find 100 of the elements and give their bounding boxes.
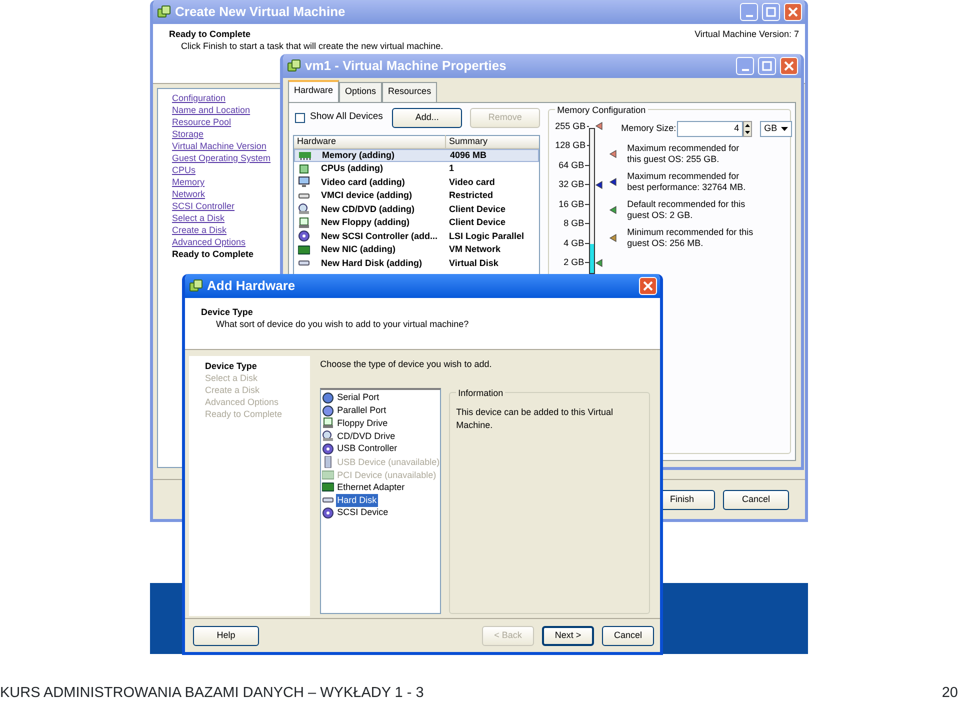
monitor-icon <box>298 176 310 188</box>
table-row[interactable]: New NIC (adding) VM Network <box>294 243 540 256</box>
step-link[interactable]: Resource Pool <box>172 116 232 128</box>
button[interactable]: Cancel <box>723 490 789 510</box>
table-row[interactable]: VMCI device (adding) Restricted <box>294 189 540 202</box>
table-cell-text: 4096 MB <box>449 148 487 162</box>
table-row[interactable]: New CD/DVD (adding) Client Device <box>294 202 540 216</box>
step-link[interactable]: Memory <box>172 176 205 188</box>
table-cell: New Hard Disk (adding) <box>321 256 422 270</box>
legend-text: Default recommended for this guest OS: 2 GB. <box>627 198 746 220</box>
button[interactable]: Next > <box>542 626 594 646</box>
column-header[interactable]: Summary <box>446 134 540 148</box>
list-item[interactable]: SCSI Device <box>321 506 440 520</box>
step-link[interactable]: Guest Operating System <box>172 152 271 164</box>
page-heading: Ready to Complete <box>169 28 252 40</box>
button[interactable]: Help <box>193 626 259 646</box>
column-header[interactable]: Hardware <box>294 134 446 148</box>
step-link[interactable]: Storage <box>172 128 204 140</box>
floppy-icon <box>298 216 310 229</box>
page-subheading: Click Finish to start a task that will create the new virtual machine. <box>180 40 444 52</box>
step-link[interactable]: Create a Disk <box>172 224 227 236</box>
minimize-button[interactable] <box>736 57 754 75</box>
tab[interactable]: Hardware <box>288 80 340 102</box>
checkbox-label: Show All Devices <box>310 110 383 124</box>
legend-text: Minimum recommended for this guest OS: 256 MB. <box>627 226 754 248</box>
step: Create a Disk <box>205 384 310 396</box>
list-item[interactable]: Floppy Drive <box>321 417 440 430</box>
disc-icon <box>298 230 310 242</box>
field-value: 4 <box>734 122 740 135</box>
step-link[interactable]: Network <box>172 188 206 200</box>
table-cell-text: Client Device <box>448 202 506 216</box>
table-cell-text: Virtual Disk <box>448 256 498 270</box>
current-step: Ready to Complete <box>172 248 254 260</box>
window-icon <box>189 279 203 293</box>
window-icon <box>287 59 301 73</box>
field-label: Memory Size: <box>621 122 678 135</box>
network-card-icon <box>322 481 334 494</box>
step-link[interactable]: CPUs <box>172 164 196 176</box>
tab[interactable]: Resources <box>382 82 438 102</box>
step-link[interactable]: Name and Location <box>172 104 250 116</box>
checkbox[interactable] <box>295 112 305 122</box>
maximize-icon <box>766 7 776 17</box>
list-item[interactable]: Parallel Port <box>321 404 440 418</box>
close-button[interactable] <box>780 57 798 75</box>
table-cell-text: Restricted <box>448 189 494 202</box>
page-heading: Device Type <box>201 306 254 318</box>
legend-text: Maximum recommended for best performance: 32764 MB. <box>627 170 747 192</box>
step-link[interactable]: Select a Disk <box>172 212 225 224</box>
info-text: This device can be added to this Virtual Machine. <box>456 406 614 432</box>
memory-size-field[interactable]: 4 <box>677 120 744 136</box>
list-item[interactable]: USB Controller <box>321 442 440 456</box>
table-row[interactable]: CPUs (adding) 1 <box>294 162 540 176</box>
table-row[interactable]: Memory (adding) 4096 MB <box>294 148 540 162</box>
scale-label: 64 GB <box>558 158 584 172</box>
step-link[interactable]: Configuration <box>172 92 226 104</box>
list-item[interactable]: CD/DVD Drive <box>321 430 440 443</box>
table-row[interactable]: New SCSI Controller (add... LSI Logic Parallel <box>294 230 540 243</box>
list-item[interactable]: Hard Disk <box>321 494 440 507</box>
scale-label: 128 GB <box>555 139 586 152</box>
prompt-text: Choose the type of device you wish to add. <box>320 358 493 371</box>
step-link[interactable]: Advanced Options <box>172 236 246 248</box>
table-cell: Video card (adding) <box>321 176 405 189</box>
scale-label: 2 GB <box>564 256 584 269</box>
spin-icon[interactable] <box>743 120 752 136</box>
table-cell-text: VM Network <box>448 243 501 256</box>
caret-icon <box>780 124 790 133</box>
window-title: Add Hardware <box>207 277 296 296</box>
minimize-button[interactable] <box>740 3 758 21</box>
maximize-button[interactable] <box>762 3 780 21</box>
unit-dropdown[interactable]: GB <box>760 120 792 136</box>
group-title: Memory Configuration <box>556 104 647 114</box>
maximize-icon <box>762 61 772 71</box>
button[interactable]: Cancel <box>602 626 654 646</box>
step: Advanced Options <box>205 396 310 408</box>
table-row[interactable]: New Hard Disk (adding) Virtual Disk <box>294 256 540 270</box>
group-title: Information <box>457 388 504 398</box>
table-cell: New CD/DVD (adding) <box>321 202 414 216</box>
list-item[interactable]: Serial Port <box>321 392 440 404</box>
table-cell-text: VMCI device (adding) <box>321 189 412 202</box>
close-icon <box>784 61 794 71</box>
table-cell-text: 1 <box>448 162 454 175</box>
table-row[interactable]: Video card (adding) Video card <box>294 176 540 189</box>
step-link[interactable]: Virtual Machine Version <box>172 140 266 152</box>
page-subheading: What sort of device do you wish to add to your virtual machine? <box>215 318 470 330</box>
close-icon <box>788 7 798 17</box>
step-link[interactable]: SCSI Controller <box>172 200 235 212</box>
button[interactable]: Add... <box>392 108 462 128</box>
list-item[interactable]: Ethernet Adapter <box>321 481 440 494</box>
table-row[interactable]: New Floppy (adding) Client Device <box>294 216 540 230</box>
close-button[interactable] <box>639 277 657 295</box>
close-button[interactable] <box>784 3 802 21</box>
table-cell-text: Video card <box>448 176 495 188</box>
step: Device Type <box>205 360 310 372</box>
scale-label: 4 GB <box>564 236 584 250</box>
network-card-icon <box>298 244 310 256</box>
port-icon <box>322 392 334 404</box>
tab[interactable]: Options <box>339 82 382 102</box>
maximize-button[interactable] <box>758 57 776 75</box>
page-number: 20 <box>942 684 958 704</box>
disc-drive-icon <box>322 430 334 442</box>
